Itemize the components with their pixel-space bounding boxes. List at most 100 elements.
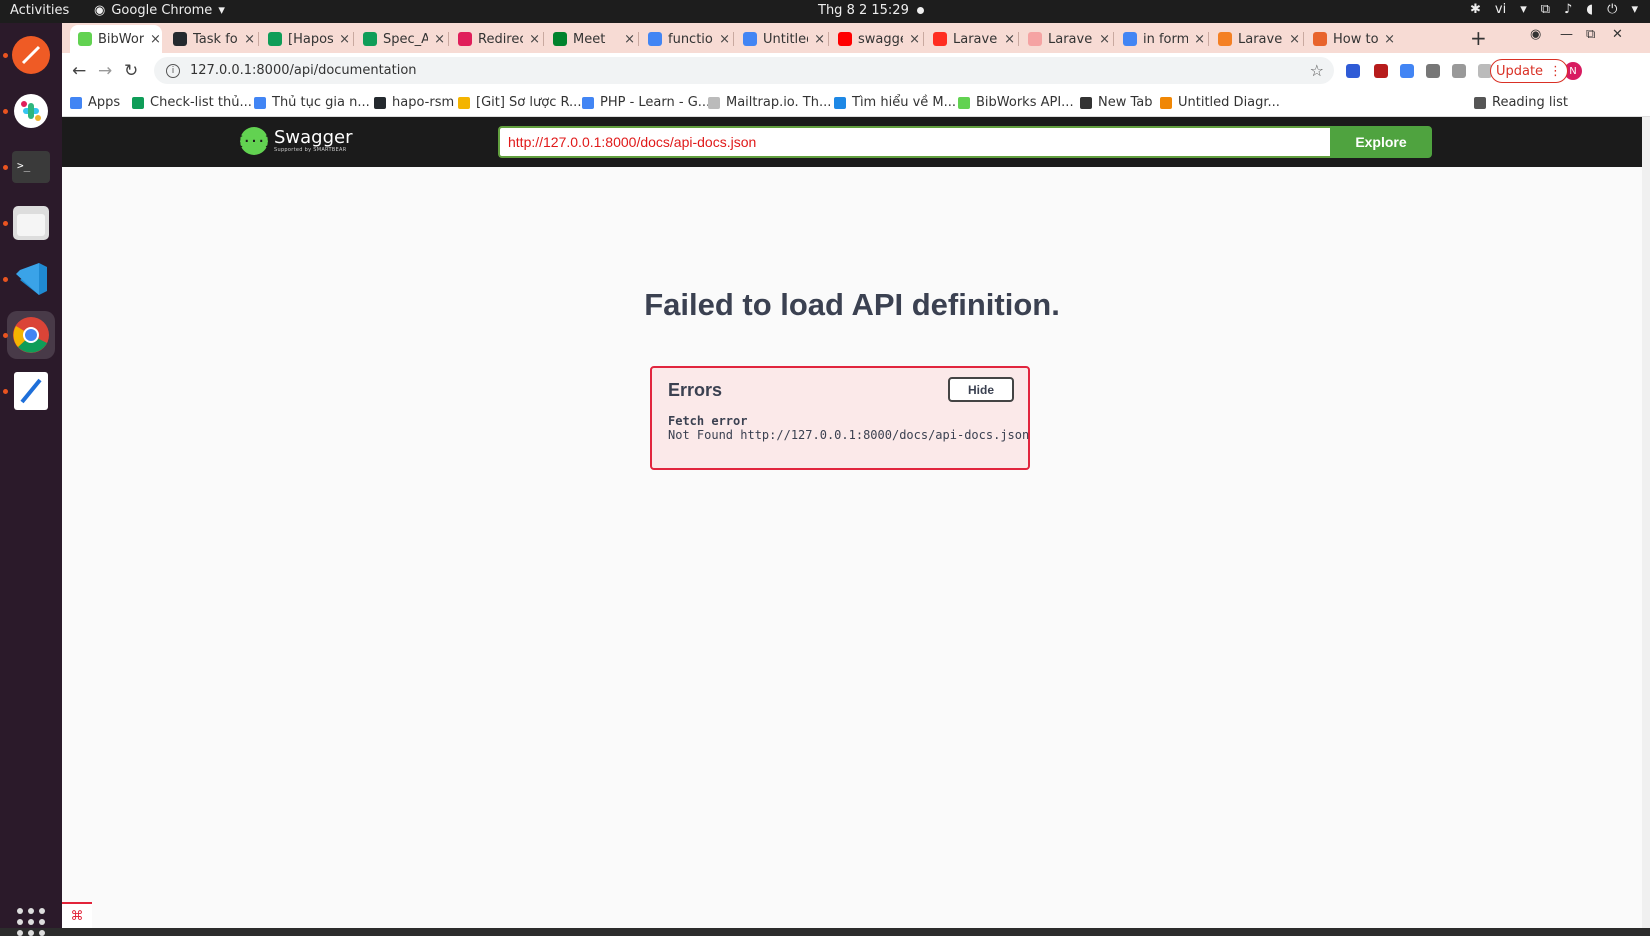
dock-chrome[interactable]	[7, 311, 55, 359]
bookmark-item[interactable]: Tìm hiểu về M...	[834, 95, 956, 110]
bookmark-item[interactable]: BibWorks API...	[958, 95, 1074, 110]
update-button[interactable]: Update ⋮	[1490, 59, 1568, 83]
page-scrollbar[interactable]	[1642, 117, 1650, 928]
extension-eyedropper-icon[interactable]	[1426, 64, 1440, 78]
tab-11[interactable]: in form ×	[1115, 25, 1205, 53]
input-language[interactable]: vi	[1495, 2, 1506, 17]
tab-close-icon[interactable]: ×	[814, 32, 825, 47]
back-icon[interactable]: ←	[72, 61, 86, 81]
dock-terminal[interactable]: >_	[7, 143, 55, 191]
bookmark-item[interactable]: PHP - Learn - G...	[582, 95, 710, 110]
address-bar-url: 127.0.0.1:8000/api/documentation	[190, 63, 417, 78]
tab-close-icon[interactable]: ×	[624, 32, 635, 47]
tab-10[interactable]: Laravel ×	[1020, 25, 1110, 53]
reload-icon[interactable]: ↻	[124, 61, 138, 81]
bookmark-star-icon[interactable]: ☆	[1310, 61, 1324, 80]
address-bar[interactable]: i 127.0.0.1:8000/api/documentation ☆	[154, 57, 1334, 84]
tab-3[interactable]: Spec_Ap ×	[355, 25, 445, 53]
show-applications-icon[interactable]	[17, 908, 45, 936]
swagger-logo-icon: {···}	[236, 127, 272, 155]
tab-close-icon[interactable]: ×	[1004, 32, 1015, 47]
extension-dict-icon[interactable]	[1346, 64, 1360, 78]
tab-close-icon[interactable]: ×	[719, 32, 730, 47]
bookmark-item[interactable]: New Tab	[1080, 95, 1153, 110]
spec-url-input[interactable]: http://127.0.0.1:8000/docs/api-docs.json	[498, 126, 1330, 158]
tab-label: How to	[1333, 31, 1379, 47]
tab-8[interactable]: swagger ×	[830, 25, 920, 53]
bookmark-item[interactable]: Untitled Diagr...	[1160, 95, 1280, 110]
bookmark-item[interactable]: Reading list	[1474, 95, 1568, 110]
dock-postman[interactable]	[7, 31, 55, 79]
tab-close-icon[interactable]: ×	[1099, 32, 1110, 47]
tab-label: Laravel	[1048, 31, 1094, 47]
site-info-icon[interactable]: i	[166, 63, 180, 78]
dock-text-editor[interactable]	[7, 367, 55, 415]
bookmark-label: Mailtrap.io. Th...	[726, 95, 832, 110]
dock-slack[interactable]	[7, 87, 55, 135]
chrome-app-icon: ◉	[94, 3, 106, 18]
bookmark-label: Tìm hiểu về M...	[852, 95, 957, 110]
clock[interactable]: Thg 8 2 15:29	[818, 3, 924, 18]
tab-close-icon[interactable]: ×	[244, 32, 255, 47]
bookmark-favicon-icon	[958, 96, 970, 109]
activities-button[interactable]: Activities	[10, 3, 69, 18]
tab-separator	[1208, 32, 1209, 46]
postman-icon	[12, 36, 50, 74]
explore-button[interactable]: Explore	[1330, 126, 1432, 158]
extension-translate-icon[interactable]	[1400, 64, 1414, 78]
hide-errors-button[interactable]: Hide	[948, 377, 1014, 402]
system-tray[interactable]: ✱ vi ▾ ⧉ ♪ ◖ ⏻ ▾	[1470, 2, 1638, 17]
svg-text:>_: >_	[17, 159, 31, 172]
tab-7[interactable]: Untitled ×	[735, 25, 825, 53]
tab-close-icon[interactable]: ×	[529, 32, 540, 47]
minimize-icon[interactable]: —	[1560, 27, 1573, 42]
tab-label: Laravel	[953, 31, 999, 47]
bookmark-item[interactable]: hapo-rsm	[374, 95, 454, 110]
tab-2[interactable]: [Haposo ×	[260, 25, 350, 53]
new-tab-button[interactable]: +	[1470, 26, 1487, 50]
tab-5[interactable]: Meet ×	[545, 25, 635, 53]
tab-13[interactable]: How to ×	[1305, 25, 1395, 53]
network-icon: ⧉	[1540, 2, 1551, 17]
running-indicator	[3, 109, 8, 114]
tab-favicon-icon	[363, 32, 377, 46]
laravel-debugbar-icon[interactable]: ⌘	[62, 902, 92, 928]
forward-icon[interactable]: →	[98, 61, 112, 81]
dock-files[interactable]	[7, 199, 55, 247]
tab-search-icon[interactable]: ◉	[1530, 27, 1541, 42]
bookmark-item[interactable]: Mailtrap.io. Th...	[708, 95, 831, 110]
swagger-logo[interactable]: {···} Swagger Supported by SMARTBEAR	[236, 127, 353, 155]
bookmark-favicon-icon	[834, 96, 846, 109]
tab-close-icon[interactable]: ×	[150, 32, 161, 47]
bookmark-favicon-icon	[1474, 96, 1486, 109]
bookmark-item[interactable]: Check-list thủ...	[132, 95, 252, 110]
dock-vscode[interactable]	[7, 255, 55, 303]
chrome-window: BibWorks×Task for×[Haposo×Spec_Ap×Redire…	[62, 23, 1650, 928]
tab-1[interactable]: Task for ×	[165, 25, 255, 53]
extension-ticket-icon[interactable]	[1374, 64, 1388, 78]
close-window-icon[interactable]: ✕	[1612, 27, 1623, 42]
app-menu[interactable]: ◉ Google Chrome ▾	[94, 3, 225, 18]
restore-icon[interactable]: ⧉	[1586, 27, 1595, 42]
tab-6[interactable]: function ×	[640, 25, 730, 53]
notification-dot-icon	[916, 7, 924, 14]
tab-close-icon[interactable]: ×	[339, 32, 350, 47]
tab-close-icon[interactable]: ×	[1384, 32, 1395, 47]
bookmark-label: PHP - Learn - G...	[600, 95, 711, 110]
tab-close-icon[interactable]: ×	[434, 32, 445, 47]
bookmark-item[interactable]: [Git] Sơ lược R...	[458, 95, 581, 110]
tab-close-icon[interactable]: ×	[1289, 32, 1300, 47]
tab-label: Meet	[573, 31, 606, 47]
error-page-title: Failed to load API definition.	[644, 287, 1060, 322]
tab-12[interactable]: Laravel ×	[1210, 25, 1300, 53]
tab-favicon-icon	[933, 32, 947, 46]
tab-close-icon[interactable]: ×	[1194, 32, 1205, 47]
extension-camera-icon[interactable]	[1452, 64, 1466, 78]
bookmark-item[interactable]: Apps	[70, 95, 120, 110]
bookmark-item[interactable]: Thủ tục gia n...	[254, 95, 370, 110]
tab-close-icon[interactable]: ×	[909, 32, 920, 47]
tab-0[interactable]: BibWorks ×	[70, 25, 162, 53]
bookmark-favicon-icon	[132, 96, 144, 109]
tab-9[interactable]: Laravel ×	[925, 25, 1015, 53]
tab-4[interactable]: Redirect ×	[450, 25, 540, 53]
